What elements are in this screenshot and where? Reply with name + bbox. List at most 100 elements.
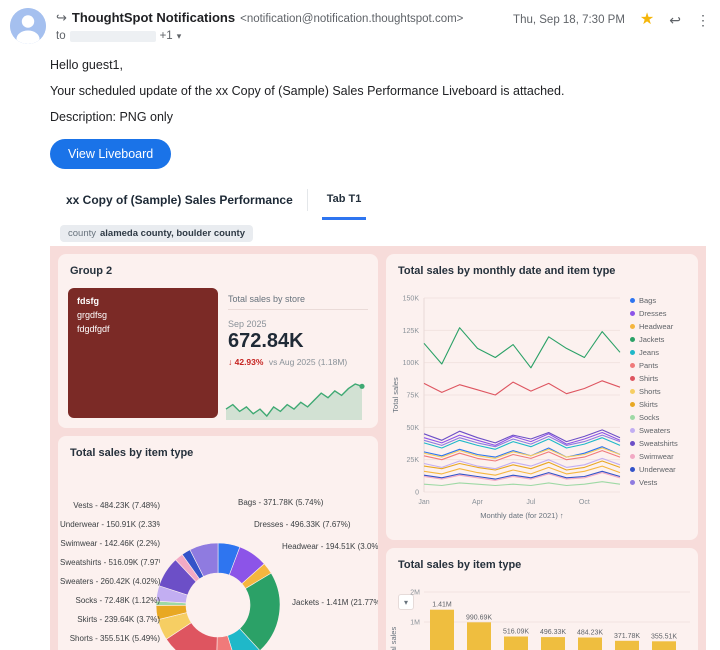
legend-label: Swimwear bbox=[639, 452, 674, 461]
item-type-donut-chart[interactable] bbox=[143, 530, 293, 650]
note-line: fdsfg bbox=[77, 296, 99, 306]
tab-t1[interactable]: Tab T1 bbox=[321, 180, 367, 220]
note-tile[interactable]: fdsfg grgdfsg fdgdfgdf bbox=[68, 288, 218, 418]
axis-label: Monthly date (for 2021) ↑ bbox=[480, 511, 563, 520]
axis-label: Jul bbox=[526, 499, 535, 506]
line-chart-card[interactable]: Total sales by monthly date and item typ… bbox=[386, 254, 698, 540]
donut-label: Socks - 72.48K (1.12%) bbox=[75, 596, 160, 605]
bar-1.41M[interactable] bbox=[430, 609, 454, 650]
legend-label: Shorts bbox=[639, 387, 661, 396]
legend-label: Bags bbox=[639, 296, 657, 305]
axis-label: 150K bbox=[403, 296, 420, 303]
legend-label: Sweaters bbox=[639, 426, 671, 435]
bar-484.23K[interactable] bbox=[578, 637, 602, 650]
email-meta: Thu, Sep 18, 7:30 PM ★ ↩ ⋮ bbox=[513, 12, 710, 28]
donut-label: Sweatshirts - 516.09K (7.97%) bbox=[60, 558, 160, 567]
liveboard-header: xx Copy of (Sample) Sales Performance Ta… bbox=[50, 180, 706, 220]
view-liveboard-button[interactable]: View Liveboard bbox=[50, 139, 172, 169]
legend-item-bags[interactable]: Bags bbox=[630, 294, 694, 307]
legend-item-shirts[interactable]: Shirts bbox=[630, 372, 694, 385]
recipients-row[interactable]: to +1 ▾ bbox=[56, 30, 522, 42]
bar-496.33K[interactable] bbox=[541, 637, 565, 650]
county-filter-chip[interactable]: county alameda county, boulder county bbox=[60, 225, 253, 242]
item-type-bar-chart[interactable]: 2M 1M 1.41M 990.69K 516.09K 496.33K 484.23K 371… bbox=[394, 582, 694, 650]
legend-item-underwear[interactable]: Underwear bbox=[630, 463, 694, 476]
series-line-jackets[interactable] bbox=[423, 327, 621, 369]
donut-chart-card[interactable]: Total sales by item type Vests - 484.23K… bbox=[58, 436, 378, 650]
legend-label: Shirts bbox=[639, 374, 659, 383]
axis-label: 25K bbox=[407, 457, 420, 464]
kpi-change-comparison: vs Aug 2025 (1.18M) bbox=[268, 357, 348, 367]
sender-name: ThoughtSpot Notifications bbox=[71, 10, 236, 25]
note-line: fdgdfgdf bbox=[77, 323, 110, 334]
sender-address: <notification@notification.thoughtspot.c… bbox=[240, 13, 464, 25]
legend-item-sweatshirts[interactable]: Sweatshirts bbox=[630, 437, 694, 450]
bar-990.69K[interactable] bbox=[467, 622, 491, 650]
gmail-email-view: ↪ ThoughtSpot Notifications <notification@… bbox=[0, 0, 720, 650]
filter-chip-values: alameda county, boulder county bbox=[100, 228, 245, 239]
legend-label: Skirts bbox=[639, 400, 658, 409]
axis-label: 125K bbox=[403, 328, 420, 335]
legend-dot-icon bbox=[630, 298, 635, 303]
legend-label: Pants bbox=[639, 361, 659, 370]
kpi-period: Sep 2025 bbox=[228, 319, 267, 329]
legend-item-shorts[interactable]: Shorts bbox=[630, 385, 694, 398]
series-line-socks[interactable] bbox=[423, 481, 621, 487]
legend-label: Jeans bbox=[639, 348, 660, 357]
bar-516.09K[interactable] bbox=[504, 636, 528, 650]
chart-legend: Bags Dresses Headwear Jackets Jeans Pants Shir… bbox=[630, 294, 694, 489]
reply-icon[interactable]: ↩ bbox=[669, 13, 681, 27]
axis-label: Total sales bbox=[391, 377, 400, 413]
legend-label: Vests bbox=[639, 478, 658, 487]
legend-dot-icon bbox=[630, 415, 635, 420]
liveboard-attachment[interactable]: xx Copy of (Sample) Sales Performance Ta… bbox=[50, 180, 706, 650]
legend-item-swimwear[interactable]: Swimwear bbox=[630, 450, 694, 463]
axis-label: 0 bbox=[415, 490, 419, 497]
legend-item-pants[interactable]: Pants bbox=[630, 359, 694, 372]
sender-block: ↪ ThoughtSpot Notifications <notification@… bbox=[56, 9, 522, 42]
donut-label: Jackets - 1.41M (21.77%) bbox=[292, 598, 378, 607]
sparkline-end-dot bbox=[359, 383, 365, 389]
filter-chip-name: county bbox=[68, 228, 96, 239]
legend-dot-icon bbox=[630, 350, 635, 355]
axis-label: 50K bbox=[407, 425, 420, 432]
monthly-line-chart[interactable]: 150K 125K 100K 75K 50K 25K 0 Jan Apr Jul Oct Monthl… bbox=[388, 284, 628, 524]
legend-item-sweaters[interactable]: Sweaters bbox=[630, 424, 694, 437]
donut-label: Swimwear - 142.46K (2.2%) bbox=[60, 539, 160, 548]
star-icon[interactable]: ★ bbox=[640, 12, 654, 28]
group2-card[interactable]: Group 2 fdsfg grgdfsg fdgdfgdf Total sal… bbox=[58, 254, 378, 428]
legend-item-headwear[interactable]: Headwear bbox=[630, 320, 694, 333]
bar-371.78K[interactable] bbox=[615, 640, 639, 650]
axis-label: 990.69K bbox=[466, 614, 492, 621]
legend-label: Underwear bbox=[639, 465, 676, 474]
axis-label: Oct bbox=[579, 499, 590, 506]
note-line: grgdfsg bbox=[77, 309, 108, 320]
bar-chart-card[interactable]: Total sales by item type ▾ Total sales 2… bbox=[386, 548, 698, 650]
donut-label: Shorts - 355.51K (5.49%) bbox=[69, 634, 160, 643]
description-text: Description: PNG only bbox=[50, 110, 173, 124]
legend-item-socks[interactable]: Socks bbox=[630, 411, 694, 424]
donut-label: Skirts - 239.64K (3.7%) bbox=[77, 615, 160, 624]
bar-355.51K[interactable] bbox=[652, 641, 676, 650]
legend-dot-icon bbox=[630, 480, 635, 485]
more-options-icon[interactable]: ⋮ bbox=[696, 13, 710, 27]
header-divider bbox=[306, 189, 308, 211]
legend-dot-icon bbox=[630, 311, 635, 316]
legend-item-skirts[interactable]: Skirts bbox=[630, 398, 694, 411]
greeting-text: Hello guest1, bbox=[50, 58, 123, 72]
sparkline-area bbox=[226, 384, 362, 420]
series-line-shirts[interactable] bbox=[423, 380, 621, 396]
to-extra: +1 bbox=[159, 30, 173, 42]
store-sparkline-chart[interactable] bbox=[224, 372, 368, 424]
legend-item-vests[interactable]: Vests bbox=[630, 476, 694, 489]
to-label: to bbox=[56, 30, 66, 42]
legend-item-jackets[interactable]: Jackets bbox=[630, 333, 694, 346]
series-line-headwear[interactable] bbox=[423, 465, 621, 476]
kpi-block: Total sales by store Sep 2025 672.84K ↓ … bbox=[228, 294, 368, 367]
sender-avatar[interactable] bbox=[10, 8, 46, 44]
legend-label: Socks bbox=[639, 413, 660, 422]
legend-item-dresses[interactable]: Dresses bbox=[630, 307, 694, 320]
legend-dot-icon bbox=[630, 337, 635, 342]
legend-item-jeans[interactable]: Jeans bbox=[630, 346, 694, 359]
details-caret-icon[interactable]: ▾ bbox=[177, 31, 182, 42]
